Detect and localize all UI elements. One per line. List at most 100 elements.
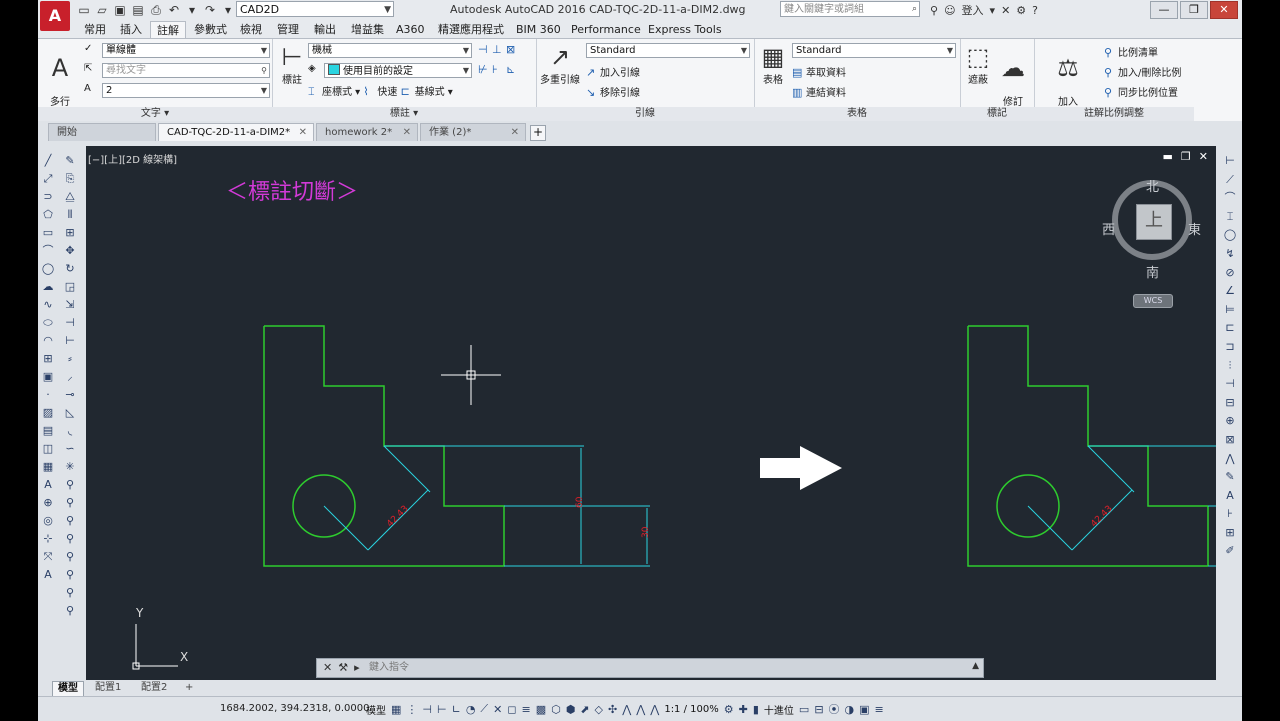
infer-icon[interactable]: ⊣ xyxy=(422,703,432,716)
new-file-icon[interactable]: ▭ xyxy=(76,2,92,18)
add-remove-scale-button[interactable]: ⚲ 加入/刪除比例 xyxy=(1104,64,1181,79)
units-value[interactable]: 十進位 xyxy=(764,702,794,717)
tab-a360[interactable]: A360 xyxy=(390,21,431,38)
doc-tab-active-drawing[interactable]: CAD-TQC-2D-11-a-DIM2* ✕ xyxy=(158,123,314,141)
spellcheck-icon[interactable]: ✓ xyxy=(84,43,92,54)
jogged-dim-icon[interactable]: ↯ xyxy=(1221,245,1239,263)
ellipse-arc-icon[interactable]: ◠ xyxy=(39,332,57,349)
redo-dropdown-icon[interactable]: ▾ xyxy=(220,2,236,18)
close-button[interactable]: ✕ xyxy=(1210,1,1238,19)
doc-tab-homework[interactable]: homework 2* ✕ xyxy=(316,123,418,141)
make-block-icon[interactable]: ▣ xyxy=(39,368,57,385)
polygon-icon[interactable]: ⬠ xyxy=(39,206,57,223)
zoom-dynamic-icon[interactable]: ⚲ xyxy=(61,494,79,511)
search-icon[interactable]: ⌕ xyxy=(912,2,917,17)
dynamic-input-icon[interactable]: ⊢ xyxy=(437,703,447,716)
zoom-all-icon[interactable]: ⚲ xyxy=(61,584,79,601)
dim-style-select[interactable]: 機械 ▼ xyxy=(308,43,472,58)
lineweight-icon[interactable]: ≡ xyxy=(521,703,530,716)
orbit-icon[interactable]: ⤧ xyxy=(39,548,57,565)
inspect-icon[interactable]: ⊠ xyxy=(506,43,520,56)
baseline-dim-icon[interactable]: ⊏ xyxy=(1221,319,1239,337)
continue-dim-icon[interactable]: ⊐ xyxy=(1221,338,1239,356)
zoom-extents-icon[interactable]: ⚲ xyxy=(61,602,79,619)
login-dropdown-icon[interactable]: ▾ xyxy=(990,4,996,17)
target-icon[interactable]: ◎ xyxy=(39,512,57,529)
tab-home[interactable]: 常用 xyxy=(78,21,112,38)
close-icon[interactable]: ✕ xyxy=(511,124,519,142)
tab-performance[interactable]: Performance xyxy=(565,21,647,38)
object-snap-icon[interactable]: ◻ xyxy=(507,703,516,716)
text-style-select[interactable]: 單線體 ▼ xyxy=(102,43,270,58)
grid-icon[interactable]: ▦ xyxy=(391,703,401,716)
zoom-scale-icon[interactable]: ⚲ xyxy=(61,512,79,529)
panel-title-leaders[interactable]: 引線 xyxy=(536,107,754,121)
text-a-tool-icon[interactable]: A xyxy=(39,566,57,583)
polyline-icon[interactable]: ⊃ xyxy=(39,188,57,205)
extract-data-button[interactable]: ▤ 萃取資料 xyxy=(792,64,846,79)
dim-space-icon[interactable]: ⫶ xyxy=(1221,357,1239,375)
coordinate-readout[interactable]: 1684.2002, 394.2318, 0.0000 xyxy=(220,703,370,714)
mleader-style-select[interactable]: Standard ▼ xyxy=(586,43,750,58)
dynamic-ucs-icon[interactable]: ⬈ xyxy=(580,703,589,716)
rectangle-icon[interactable]: ▭ xyxy=(39,224,57,241)
command-prompt-icon[interactable]: ▸ xyxy=(354,661,360,674)
copy-icon[interactable]: ⎘ xyxy=(61,170,79,187)
lock-ui-icon[interactable]: ⊟ xyxy=(814,703,823,716)
snap-icon[interactable]: ⋮ xyxy=(406,703,417,716)
explode-icon[interactable]: ✳ xyxy=(61,458,79,475)
table-button[interactable]: ▦ 表格 xyxy=(758,43,788,86)
3d-osnap-icon[interactable]: ⬢ xyxy=(566,703,576,716)
ellipse-icon[interactable]: ⬭ xyxy=(39,314,57,331)
tab-insert[interactable]: 插入 xyxy=(114,21,148,38)
move-icon[interactable]: ✥ xyxy=(61,242,79,259)
polar-icon[interactable]: ◔ xyxy=(466,703,476,716)
link-data-button[interactable]: ▥ 連結資料 xyxy=(792,84,846,99)
application-menu-button[interactable]: A xyxy=(40,1,70,31)
minimize-button[interactable]: — xyxy=(1150,1,1178,19)
print-icon[interactable]: ⎙ xyxy=(148,2,164,18)
trim-icon[interactable]: ⊣ xyxy=(61,314,79,331)
ordinate-button[interactable]: 座標式 ▾ xyxy=(322,87,360,98)
radius-dim-icon[interactable]: ◯ xyxy=(1221,226,1239,244)
help-search-input[interactable]: 鍵入關鍵字或詞組 ⌕ xyxy=(780,1,920,17)
add-layout-button[interactable]: + xyxy=(180,681,198,695)
chamfer-icon[interactable]: ◺ xyxy=(61,404,79,421)
tab-addins[interactable]: 增益集 xyxy=(345,21,390,38)
aligned-dim-icon[interactable]: ⟋ xyxy=(1221,171,1239,189)
dim-update-icon[interactable]: ⊦ xyxy=(1221,505,1239,523)
find-magnifier-icon[interactable]: ⚲ xyxy=(261,64,267,78)
selection-cycling-icon[interactable]: ⬡ xyxy=(551,703,561,716)
circle-icon[interactable]: ◯ xyxy=(39,260,57,277)
layout-tab-model[interactable]: 模型 xyxy=(52,681,84,697)
panel-title-tables[interactable]: 表格 xyxy=(754,107,960,121)
customization-icon[interactable]: ≡ xyxy=(875,703,884,716)
tab-bim360[interactable]: BIM 360 xyxy=(510,21,567,38)
revcloud-draw-icon[interactable]: ☁ xyxy=(39,278,57,295)
linear-dim-icon[interactable]: ⊢ xyxy=(1221,152,1239,170)
wipeout-button[interactable]: ⬚ 遮蔽 xyxy=(962,43,994,86)
ordinate-dim-icon[interactable]: ⌶ xyxy=(1221,208,1239,226)
exchange-apps-icon[interactable]: ✕ xyxy=(1001,4,1010,17)
mirror-icon[interactable]: ⧋ xyxy=(61,188,79,205)
offset-icon[interactable]: ⫴ xyxy=(61,206,79,223)
point-icon[interactable]: · xyxy=(39,386,57,403)
panel-title-dimensions[interactable]: 標註 ▾ xyxy=(272,107,536,121)
command-line[interactable]: ✕ ⚒ ▸ 鍵入指令 ▲ xyxy=(316,658,984,678)
insert-block-icon[interactable]: ⊞ xyxy=(39,350,57,367)
model-space-button[interactable]: 模型 xyxy=(366,702,386,717)
jogged-linear-icon[interactable]: ⋀ xyxy=(1221,450,1239,468)
annotation-monitor-icon[interactable]: ✚ xyxy=(739,703,748,716)
auto-scale-icon[interactable]: ⋀ xyxy=(636,703,645,716)
region-icon[interactable]: ◫ xyxy=(39,440,57,457)
remove-leader-button[interactable]: ↘ 移除引線 xyxy=(586,84,640,99)
angular-dim-icon[interactable]: ∠ xyxy=(1221,282,1239,300)
dimension-button[interactable]: ⊢ 標註 xyxy=(276,43,308,86)
join-icon[interactable]: ⊸ xyxy=(61,386,79,403)
text-height-select[interactable]: 2 ▼ xyxy=(102,83,270,98)
construction-line-icon[interactable]: ⤢ xyxy=(39,170,57,187)
layer-icon[interactable]: ◈ xyxy=(308,63,316,74)
annotation-scale-icon[interactable]: ⋀ xyxy=(650,703,659,716)
graphics-performance-icon[interactable]: ◑ xyxy=(845,703,855,716)
scale-tool-icon[interactable]: ◲ xyxy=(61,278,79,295)
